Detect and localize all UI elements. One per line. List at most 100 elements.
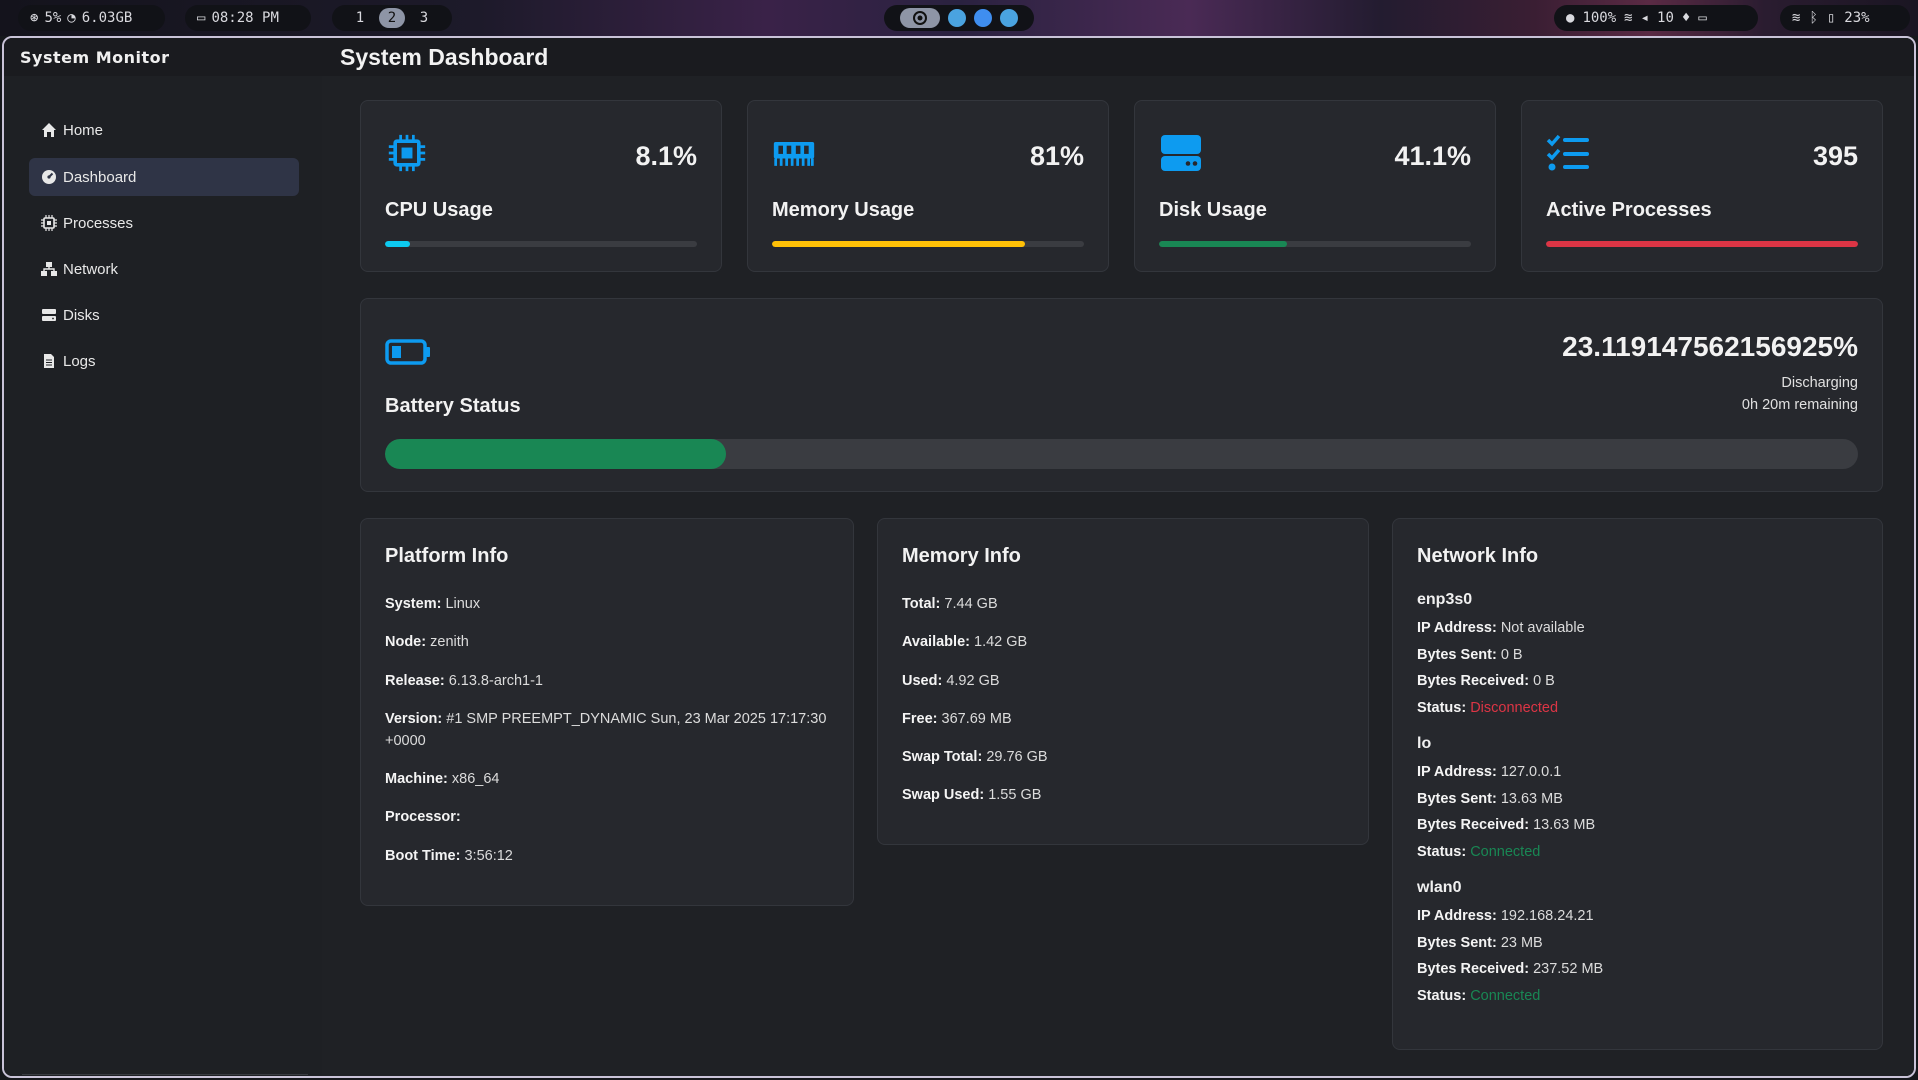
sidebar-item-disks[interactable]: Disks <box>29 296 299 334</box>
wifi-icon: ≋ <box>1624 10 1633 26</box>
sidebar-divider <box>22 1074 308 1075</box>
info-key: Available: <box>902 634 970 650</box>
sidebar-item-label: Dashboard <box>63 168 137 186</box>
sidebar: Home Dashboard Processes Network Disks L… <box>4 76 323 1076</box>
keyboard-icon: ▭ <box>1698 10 1707 26</box>
memory-icon: ◔ <box>67 10 76 26</box>
info-value: 127.0.0.1 <box>1500 764 1562 780</box>
info-key: IP Address: <box>1417 908 1497 924</box>
sidebar-item-dashboard[interactable]: Dashboard <box>29 158 299 196</box>
battery-state: Discharging <box>1781 375 1858 391</box>
interface-recv: Bytes Received: 0 B <box>1417 670 1858 692</box>
info-key: Version: <box>385 711 443 727</box>
resource-pill[interactable]: ⊛ 5% ◔ 6.03GB <box>18 5 165 31</box>
wifi-status-icon: ≋ <box>1792 10 1801 26</box>
memory-usage-label: Memory Usage <box>772 199 915 221</box>
status-text: Connected <box>1470 844 1541 860</box>
info-key: Bytes Sent: <box>1417 647 1497 663</box>
info-value: 13.63 MB <box>1500 791 1563 807</box>
disk-usage-bar-fill <box>1159 241 1288 247</box>
clock-text: 08:28 PM <box>211 10 279 26</box>
disk-usage-label: Disk Usage <box>1159 199 1267 221</box>
app-icon-active[interactable] <box>900 8 940 28</box>
interface-ip: IP Address: 127.0.0.1 <box>1417 761 1858 783</box>
info-value: 1.55 GB <box>988 787 1042 803</box>
active-processes-value: 395 <box>1812 141 1858 171</box>
info-key: Bytes Sent: <box>1417 935 1497 951</box>
sidebar-item-label: Home <box>63 121 104 139</box>
info-value: 6.13.8-arch1-1 <box>448 673 543 689</box>
system-tray-pill[interactable]: ● 100% ≋ ◂ 10 ♦ ▭ <box>1554 5 1758 31</box>
battery-text: 23% <box>1844 10 1870 26</box>
info-value: zenith <box>430 634 469 650</box>
battery-bar-fill <box>385 439 726 469</box>
workspace-1[interactable]: 1 <box>347 8 373 28</box>
status-text: Disconnected <box>1470 700 1559 716</box>
memory-info-title: Memory Info <box>902 545 1021 567</box>
disk-usage-bar <box>1159 241 1471 247</box>
info-key: Free: <box>902 711 938 727</box>
info-key: Bytes Sent: <box>1417 791 1497 807</box>
info-key: Status: <box>1417 988 1467 1004</box>
brightness-text: 100% <box>1582 10 1617 26</box>
disk-usage-value: 41.1% <box>1394 141 1471 171</box>
active-processes-bar <box>1546 241 1858 247</box>
platform-row-release: Release: 6.13.8-arch1-1 <box>385 670 829 692</box>
interface-name: wlan0 <box>1417 879 1462 896</box>
clock-icon: ▭ <box>197 10 206 26</box>
sidebar-item-processes[interactable]: Processes <box>29 204 299 242</box>
interface-sent: Bytes Sent: 0 B <box>1417 644 1858 666</box>
disk-icon <box>1161 135 1201 171</box>
workspace-2[interactable]: 2 <box>379 8 405 28</box>
info-value: Linux <box>445 596 481 612</box>
app-title: System Monitor <box>20 48 170 67</box>
app-header: System Monitor System Dashboard <box>4 38 1914 76</box>
sidebar-item-label: Network <box>63 260 119 278</box>
memory-row-free: Free: 367.69 MB <box>902 708 1344 730</box>
status-text: Connected <box>1470 988 1541 1004</box>
battery-status-card: 23.119147562156925% Discharging 0h 20m r… <box>360 298 1883 492</box>
cpu-usage-label: CPU Usage <box>385 199 493 221</box>
info-value: 1.42 GB <box>974 634 1028 650</box>
info-value: 13.63 MB <box>1533 817 1596 833</box>
sidebar-item-home[interactable]: Home <box>29 111 299 149</box>
battery-percent-value: 23.119147562156925% <box>1562 331 1858 362</box>
info-value: 7.44 GB <box>944 596 998 612</box>
platform-row-version: Version: #1 SMP PREEMPT_DYNAMIC Sun, 23 … <box>385 708 829 752</box>
dashboard-content: 8.1% CPU Usage 81% Memory Usage 41.1% Di… <box>322 76 1914 1076</box>
active-processes-label: Active Processes <box>1546 199 1712 221</box>
platform-info-title: Platform Info <box>385 545 509 567</box>
memory-usage-value: 81% <box>1029 141 1084 171</box>
brightness-icon: ● <box>1566 10 1575 26</box>
info-value: 4.92 GB <box>946 673 1000 689</box>
info-key: Swap Used: <box>902 787 985 803</box>
info-value: 237.52 MB <box>1533 961 1604 977</box>
memory-row-available: Available: 1.42 GB <box>902 631 1344 653</box>
sidebar-item-logs[interactable]: Logs <box>29 342 299 380</box>
app-window: System Monitor System Dashboard Home Das… <box>2 36 1916 1078</box>
browser-icon[interactable] <box>974 9 992 27</box>
page-title: System Dashboard <box>340 44 549 70</box>
connectivity-pill[interactable]: ≋ ᛒ ▯ 23% <box>1780 5 1910 31</box>
interface-sent: Bytes Sent: 13.63 MB <box>1417 788 1858 810</box>
clock-pill[interactable]: ▭ 08:28 PM <box>185 5 311 31</box>
sidebar-item-label: Logs <box>63 352 96 370</box>
memory-usage-text: 6.03GB <box>81 10 133 26</box>
dashboard-icon <box>42 170 56 184</box>
battery-bar <box>385 439 1858 469</box>
cpu-icon: ⊛ <box>30 10 39 26</box>
sidebar-item-network[interactable]: Network <box>29 250 299 288</box>
workspace-3[interactable]: 3 <box>411 8 437 28</box>
telegram-icon[interactable] <box>948 9 966 27</box>
info-value: 192.168.24.21 <box>1500 908 1594 924</box>
platform-info-card: Platform Info System: Linux Node: zenith… <box>360 518 854 906</box>
telegram-icon-2[interactable] <box>1000 9 1018 27</box>
disks-icon <box>42 309 56 321</box>
cpu-usage-text: 5% <box>44 10 62 26</box>
platform-row-boot-time: Boot Time: 3:56:12 <box>385 845 829 867</box>
cpu-usage-value: 8.1% <box>635 141 697 171</box>
info-value: 23 MB <box>1500 935 1543 951</box>
info-value: 0 B <box>1533 673 1555 689</box>
info-key: Machine: <box>385 771 448 787</box>
interface-ip: IP Address: 192.168.24.21 <box>1417 905 1858 927</box>
